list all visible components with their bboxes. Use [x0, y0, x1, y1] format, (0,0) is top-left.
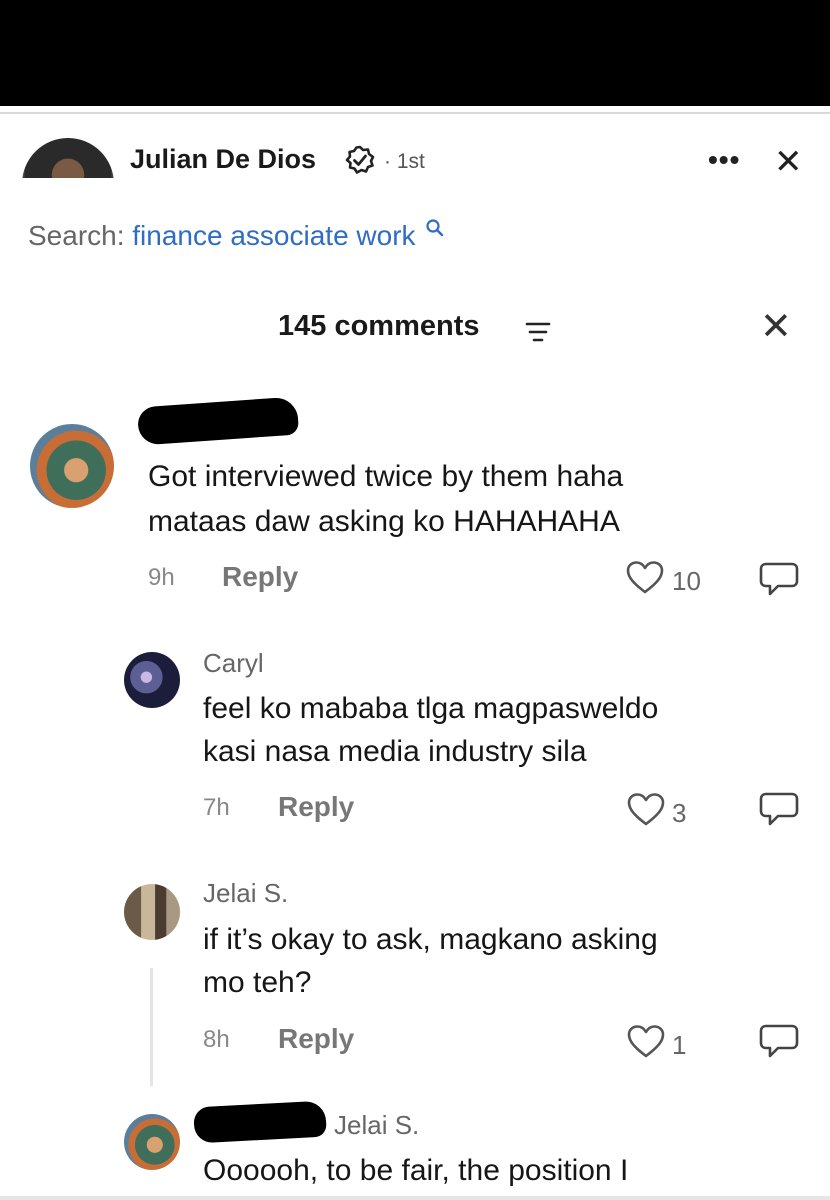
avatar[interactable]	[30, 424, 114, 508]
verified-icon	[345, 145, 375, 174]
heart-icon[interactable]	[625, 560, 665, 596]
avatar[interactable]	[124, 652, 180, 708]
comment-author[interactable]: Caryl	[203, 648, 264, 679]
comment-text: if it’s okay to ask, magkano asking	[203, 923, 658, 956]
reply-button[interactable]: Reply	[278, 1023, 354, 1055]
search-icon	[426, 219, 444, 237]
search-label: Search:	[28, 220, 125, 251]
avatar[interactable]	[124, 1114, 180, 1170]
reply-to-mention[interactable]: Jelai S.	[334, 1110, 419, 1141]
comment-author[interactable]: Jelai S.	[203, 878, 288, 909]
avatar[interactable]	[124, 884, 180, 940]
connection-degree: · 1st	[384, 150, 425, 173]
more-options-icon[interactable]: •••	[708, 144, 740, 176]
reply-button[interactable]: Reply	[278, 791, 354, 823]
close-post-icon[interactable]: ✕	[774, 142, 803, 182]
like-count: 10	[672, 566, 701, 596]
comment-text: mo teh?	[203, 966, 312, 999]
comment-text: kasi nasa media industry sila	[203, 735, 587, 768]
status-bar-area	[0, 0, 830, 106]
divider	[0, 112, 830, 114]
close-comments-icon[interactable]: ✕	[760, 304, 792, 349]
heart-icon[interactable]	[626, 1024, 666, 1060]
comment-time: 8h	[203, 1026, 230, 1053]
like-count: 3	[672, 798, 687, 828]
heart-icon[interactable]	[626, 792, 666, 828]
redacted-author-name	[193, 1100, 327, 1144]
post-author-name[interactable]: Julian De Dios	[130, 144, 316, 175]
bottom-edge	[0, 1196, 830, 1200]
thread-connector	[150, 968, 153, 1086]
search-suggestion[interactable]: Search: finance associate work	[28, 219, 445, 252]
comment-time: 7h	[203, 794, 230, 821]
comment-text: mataas daw asking ko HAHAHAHA	[148, 505, 620, 538]
sort-icon[interactable]	[525, 320, 551, 344]
comment-time: 9h	[148, 564, 175, 591]
comment-text: Got interviewed twice by them haha	[148, 460, 624, 493]
like-count: 1	[672, 1030, 687, 1060]
reply-icon[interactable]	[758, 560, 800, 598]
search-term[interactable]: finance associate work	[132, 220, 415, 251]
comments-count-title: 145 comments	[278, 310, 480, 342]
reply-icon[interactable]	[758, 1022, 800, 1060]
reply-button[interactable]: Reply	[222, 561, 298, 593]
comment-text: Oooooh, to be fair, the position I	[203, 1154, 629, 1187]
comment-text: feel ko mababa tlga magpasweldo	[203, 692, 659, 725]
reply-icon[interactable]	[758, 790, 800, 828]
